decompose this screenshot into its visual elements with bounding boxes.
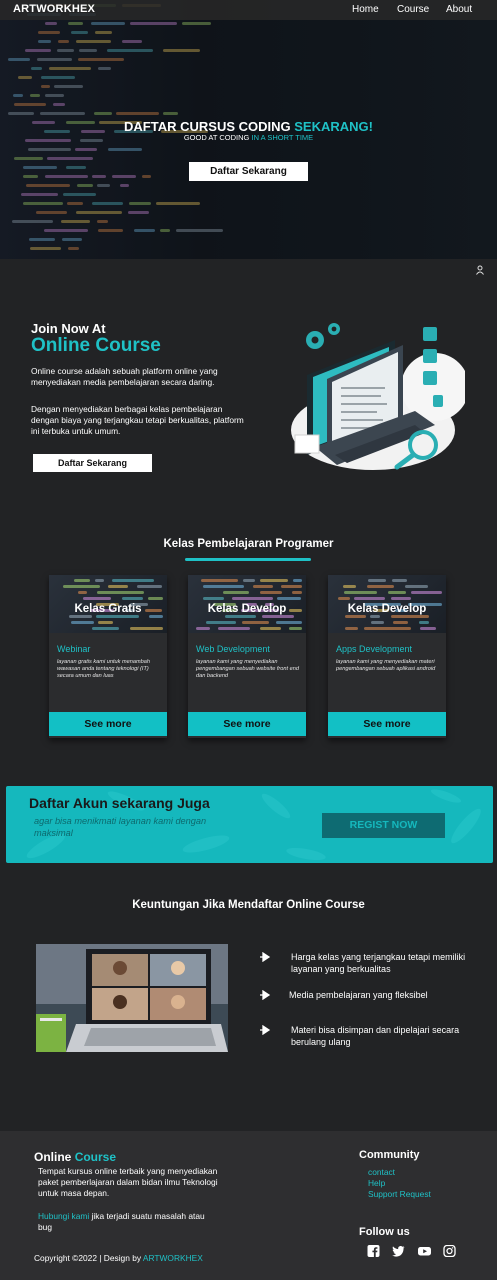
nav-link-about[interactable]: About [446,4,472,15]
class-card-description: layanan gratis kami untuk menambah wawas… [57,659,150,680]
class-card-heading: Kelas Develop [347,603,427,615]
navbar: ARTWORKHEX Home Course About [0,0,497,20]
play-arrow-icon [260,952,271,962]
copyright: Copyright ©2022 | Design by ARTWORKHEX [34,1253,203,1263]
designer-link[interactable]: ARTWORKHEX [143,1253,203,1263]
footer: Online Course Tempat kursus online terba… [0,1131,497,1280]
twitter-icon[interactable] [392,1245,405,1257]
footer-description: Tempat kursus online terbaik yang menyed… [38,1166,218,1198]
join-paragraph: Online course adalah sebuah platform onl… [31,366,218,387]
benefit-text: Harga kelas yang terjangkau tetapi memil… [291,952,466,974]
nav-link-home[interactable]: Home [352,4,379,15]
see-more-button[interactable]: See more [49,712,167,736]
class-card-description: layanan kami yang menyediakan pengembang… [196,659,299,680]
join-register-button[interactable]: Daftar Sekarang [33,454,152,472]
video-call-laptop-image [36,944,228,1052]
community-title: Community [359,1149,420,1161]
hero-register-button[interactable]: Daftar Sekarang [189,162,308,181]
classes-title: Kelas Pembelajaran Programer [163,538,334,550]
class-card-heading: Kelas Gratis [74,603,142,615]
class-card-description: layanan kami yang menyediakan materi pen… [336,659,436,673]
help-link[interactable]: Help [368,1178,385,1188]
regist-now-button[interactable]: REGIST NOW [322,813,445,838]
play-arrow-icon [260,990,271,1000]
join-pretitle: Join Now At [31,321,106,336]
brand-logo[interactable]: ARTWORKHEX [13,3,95,15]
class-card: Kelas Develop Web Development layanan ka… [188,575,306,738]
hero-title: DAFTAR CURSUS CODING SEKARANG! [124,119,373,134]
user-icon[interactable] [475,265,485,275]
join-title: Online Course [31,335,161,356]
contact-link[interactable]: contact [368,1167,395,1177]
nav-link-course[interactable]: Course [397,4,429,15]
class-card: Kelas Gratis Webinar layanan gratis kami… [49,575,167,738]
footer-help: Hubungi kami jika terjadi suatu masalah … [38,1211,205,1232]
footer-brand: Online Course [34,1150,117,1164]
class-card-subtitle: Apps Development [336,644,413,654]
register-banner: Daftar Akun sekarang Juga agar bisa meni… [6,786,493,863]
see-more-button[interactable]: See more [188,712,306,736]
benefit-text: Materi bisa disimpan dan dipelajari seca… [291,1025,460,1047]
online-course-illustration [291,323,465,470]
support-request-link[interactable]: Support Request [368,1189,431,1199]
instagram-icon[interactable] [443,1245,456,1257]
see-more-button[interactable]: See more [328,712,446,736]
class-card-subtitle: Web Development [196,644,270,654]
register-subtitle: agar bisa menikmati layanan kami dengan … [34,816,207,838]
facebook-icon[interactable] [367,1245,380,1257]
register-title: Daftar Akun sekarang Juga [29,795,210,811]
join-paragraph: Dengan menyediakan berbagai kelas pembel… [31,404,244,436]
classes-underline [185,558,311,561]
contact-us-link[interactable]: Hubungi kami [38,1211,89,1221]
class-card: Kelas Develop Apps Development layanan k… [328,575,446,738]
hero-subtitle: GOOD AT CODING IN A SHORT TIME [183,133,314,142]
class-card-heading: Kelas Develop [207,603,287,615]
follow-title: Follow us [359,1226,410,1238]
benefits-title: Keuntungan Jika Mendaftar Online Course [132,899,365,911]
benefit-text: Media pembelajaran yang fleksibel [289,990,428,1000]
play-arrow-icon [260,1025,271,1035]
class-card-subtitle: Webinar [57,644,91,654]
youtube-icon[interactable] [418,1245,431,1257]
